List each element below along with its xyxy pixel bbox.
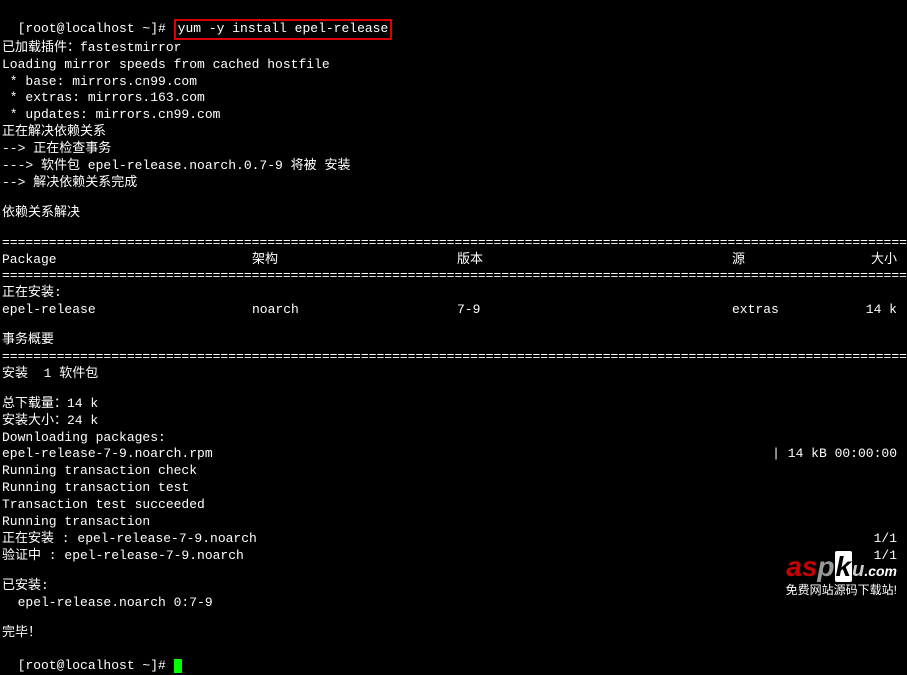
trans-install-count: 1/1 bbox=[874, 531, 905, 548]
watermark: aspku.com 免费网站源码下载站! bbox=[786, 549, 897, 599]
output-line: ---> 软件包 epel-release.noarch.0.7-9 将被 安装 bbox=[2, 158, 905, 175]
table-separator-mid: ========================================… bbox=[2, 268, 905, 285]
transaction-install: 正在安装 : epel-release-7-9.noarch 1/1 bbox=[2, 531, 905, 548]
output-line: * updates: mirrors.cn99.com bbox=[2, 107, 905, 124]
col-header-version: 版本 bbox=[457, 252, 732, 269]
typed-command: yum -y install epel-release bbox=[174, 19, 393, 40]
cell-size: 14 k bbox=[857, 302, 905, 319]
installing-label: 正在安装: bbox=[2, 285, 905, 302]
col-header-package: Package bbox=[2, 252, 252, 269]
output-line: Running transaction test bbox=[2, 480, 905, 497]
col-header-repo: 源 bbox=[732, 252, 857, 269]
installed-label: 已安装: bbox=[2, 578, 905, 595]
output-line: 已加载插件：fastestmirror bbox=[2, 40, 905, 57]
output-line: Transaction test succeeded bbox=[2, 497, 905, 514]
install-count: 安装 1 软件包 bbox=[2, 366, 905, 383]
installed-package: epel-release.noarch 0:7-9 bbox=[2, 595, 905, 612]
download-progress: epel-release-7-9.noarch.rpm | 14 kB 00:0… bbox=[2, 446, 905, 463]
col-header-arch: 架构 bbox=[252, 252, 457, 269]
output-line: 正在解决依赖关系 bbox=[2, 124, 905, 141]
output-line: Running transaction bbox=[2, 514, 905, 531]
output-line: --> 正在检查事务 bbox=[2, 141, 905, 158]
output-line: Loading mirror speeds from cached hostfi… bbox=[2, 57, 905, 74]
output-line: 总下载量：14 k bbox=[2, 396, 905, 413]
col-header-size: 大小 bbox=[857, 252, 905, 269]
table-separator-top: ========================================… bbox=[2, 235, 905, 252]
output-line: * base: mirrors.cn99.com bbox=[2, 74, 905, 91]
cell-version: 7-9 bbox=[457, 302, 732, 319]
shell-prompt: [root@localhost ~]# bbox=[18, 21, 174, 36]
watermark-logo: aspku.com bbox=[786, 549, 897, 585]
output-line: Downloading packages: bbox=[2, 430, 905, 447]
summary-label: 事务概要 bbox=[2, 332, 905, 349]
dep-resolved: 依赖关系解决 bbox=[2, 205, 905, 222]
watermark-tagline: 免费网站源码下载站! bbox=[786, 583, 897, 599]
complete-label: 完毕！ bbox=[2, 625, 905, 642]
table-row: epel-release noarch 7-9 extras 14 k bbox=[2, 302, 905, 319]
cell-arch: noarch bbox=[252, 302, 457, 319]
cursor-icon bbox=[174, 659, 182, 673]
download-stats: | 14 kB 00:00:00 bbox=[772, 446, 905, 463]
trans-verify-label: 验证中 : epel-release-7-9.noarch bbox=[2, 548, 874, 565]
output-line: * extras: mirrors.163.com bbox=[2, 90, 905, 107]
table-separator-bot: ========================================… bbox=[2, 349, 905, 366]
table-header-row: Package 架构 版本 源 大小 bbox=[2, 252, 905, 269]
output-line: 安装大小：24 k bbox=[2, 413, 905, 430]
trans-install-label: 正在安装 : epel-release-7-9.noarch bbox=[2, 531, 874, 548]
output-line: --> 解决依赖关系完成 bbox=[2, 175, 905, 192]
transaction-verify: 验证中 : epel-release-7-9.noarch 1/1 bbox=[2, 548, 905, 565]
final-prompt-line[interactable]: [root@localhost ~]# bbox=[2, 641, 905, 675]
shell-prompt-2: [root@localhost ~]# bbox=[18, 658, 174, 673]
cell-package: epel-release bbox=[2, 302, 252, 319]
command-line[interactable]: [root@localhost ~]# yum -y install epel-… bbox=[2, 2, 905, 40]
cell-repo: extras bbox=[732, 302, 857, 319]
download-file: epel-release-7-9.noarch.rpm bbox=[2, 446, 772, 463]
output-line: Running transaction check bbox=[2, 463, 905, 480]
